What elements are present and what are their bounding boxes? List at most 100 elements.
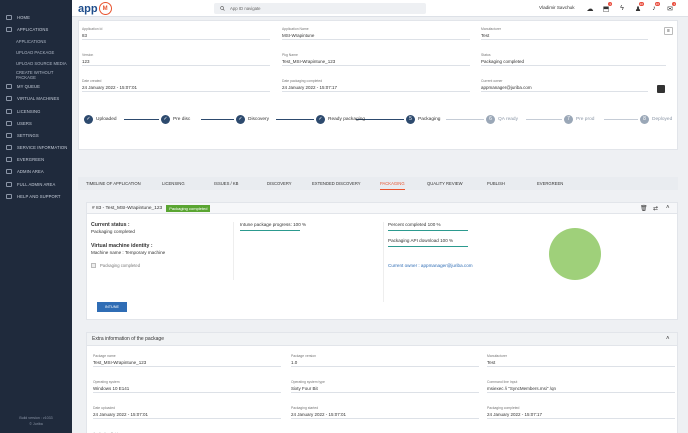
step-item: ✓ Discovery <box>236 108 269 130</box>
sidebar-item[interactable]: Applications <box>0 24 72 35</box>
sidebar-item[interactable]: Upload package <box>0 48 72 58</box>
sidebar-item-label: Admin area <box>17 169 44 175</box>
step-connector <box>446 119 484 120</box>
checkbox-icon <box>91 263 96 268</box>
sidebar-item-label: Applications <box>16 38 47 44</box>
tab-extended-discovery[interactable]: Extended discovery <box>312 177 361 190</box>
tab-evergreen[interactable]: Evergreen <box>537 177 563 190</box>
tab-timeline-of-application[interactable]: Timeline of application <box>86 177 141 190</box>
tab-packaging[interactable]: Packaging <box>380 177 405 190</box>
users-icon[interactable]: ♟ 10 <box>630 2 646 14</box>
badge: 1 <box>608 2 612 6</box>
sidebar-item[interactable]: Service information <box>0 142 72 153</box>
step-indicator: 7 <box>564 114 573 124</box>
badge: 10 <box>638 2 644 6</box>
step-indicator: 6 <box>486 114 495 124</box>
field-value[interactable]: Test <box>487 359 675 367</box>
field-value[interactable]: msiexec /i "SyncMembers.msi" /qn <box>487 385 675 393</box>
info-field: Pkg Name Test_MSI-Wrapintune_123 <box>282 53 470 66</box>
tab-discovery[interactable]: Discovery <box>267 177 292 190</box>
field-value[interactable]: Test_MSI-Wrapintune_123 <box>93 359 281 367</box>
field-value[interactable]: 24 January 2022 - 15:07:01 <box>291 411 479 419</box>
bolt-icon[interactable]: ϟ <box>614 3 630 14</box>
sidebar-item[interactable]: Settings <box>0 130 72 141</box>
field-value[interactable]: 1.0 <box>291 359 479 367</box>
list-icon[interactable]: ≡ <box>664 27 673 35</box>
info-field: Manufacturer Test <box>481 27 648 40</box>
queue-icon <box>6 84 12 90</box>
badge: 10 <box>654 2 660 6</box>
step-label: Packaging <box>418 116 441 122</box>
bell-icon[interactable]: ♪ 10 <box>646 2 662 14</box>
field-value[interactable]: 24 January 2022 - 15:07:17 <box>282 84 470 92</box>
sidebar: Home Applications Applications Upload packa… <box>0 0 72 433</box>
sidebar-item[interactable]: Help and support <box>0 191 72 202</box>
trash-icon[interactable]: 🗑 <box>640 205 648 212</box>
status-badge: Packaging completed <box>166 204 211 212</box>
sidebar-item[interactable]: Admin area <box>0 166 72 177</box>
extra-field: Package version 1.0 <box>291 354 479 367</box>
tab-publish[interactable]: Publish <box>487 177 505 190</box>
api-progress-fill <box>388 246 468 247</box>
admin-icon <box>6 169 12 175</box>
chevron-up-icon[interactable]: ˄ <box>666 336 670 342</box>
field-value[interactable]: 123 <box>82 58 270 66</box>
extra-field: Operating system type Sixty Four Bit <box>291 380 479 393</box>
sidebar-item[interactable]: Users <box>0 118 72 129</box>
info-field: Application Name MSI-Wrapintune <box>282 27 470 40</box>
field-value[interactable]: Sixty Four Bit <box>291 385 479 393</box>
extra-field: Package name Test_MSI-Wrapintune_123 <box>93 354 281 367</box>
sidebar-item[interactable]: Evergreen <box>0 154 72 165</box>
packaging-completed-checkbox[interactable]: Packaging completed <box>91 263 233 268</box>
step-label: Pre disc <box>173 116 191 122</box>
intune-button[interactable]: Intune <box>97 302 127 312</box>
logo-badge: M <box>98 2 112 15</box>
step-connector <box>124 119 159 120</box>
intune-progress-label: Intune package progress: 100 % <box>240 222 307 227</box>
search-input[interactable]: App ID navigate <box>214 3 426 14</box>
field-value[interactable]: Test_MSI-Wrapintune_123 <box>282 58 470 66</box>
field-value[interactable]: Windows 10 E141 <box>93 385 281 393</box>
owner-avatar-icon[interactable] <box>657 85 665 93</box>
step-item: 8 Deployed <box>640 108 672 130</box>
field-value[interactable]: 24 January 2022 - 15:07:01 <box>93 411 281 419</box>
sidebar-item[interactable]: Home <box>0 12 72 23</box>
field-value[interactable]: appmanager@juriba.com <box>481 84 648 92</box>
sidebar-item[interactable]: Full admin area <box>0 179 72 190</box>
step-connector <box>201 119 234 120</box>
field-value[interactable]: 24 January 2022 - 15:07:01 <box>82 84 270 92</box>
sidebar-item[interactable]: My queue <box>0 81 72 92</box>
leaf-icon <box>6 157 12 163</box>
key-icon <box>6 108 12 114</box>
sidebar-item-label: Service information <box>17 145 68 151</box>
extra-info-header[interactable]: Extra information of the package ˄ <box>86 332 678 346</box>
tab-licensing[interactable]: Licensing <box>162 177 185 190</box>
field-value[interactable]: 83 <box>82 32 270 40</box>
tab-issues-kb[interactable]: Issues / KB <box>214 177 238 190</box>
info-field: Current owner appmanager@juriba.com <box>481 79 648 92</box>
shuffle-icon[interactable]: ⇄ <box>653 205 658 212</box>
step-indicator: ✓ <box>84 114 93 124</box>
sidebar-item[interactable]: Virtual machines <box>0 93 72 104</box>
field-value[interactable]: MSI-Wrapintune <box>282 32 470 40</box>
info-icon <box>6 145 12 151</box>
sidebar-item[interactable]: Applications <box>0 36 72 46</box>
field-value[interactable]: Packaging completed <box>481 58 666 66</box>
field-value[interactable]: 24 January 2022 - 15:07:17 <box>487 411 675 419</box>
user-name[interactable]: Vladimir Savchuk <box>539 5 575 10</box>
notification-box-icon[interactable]: ⬒ 1 <box>598 2 614 14</box>
cloud-icon[interactable]: ☁ <box>582 3 598 14</box>
field-value[interactable]: Test <box>481 32 648 40</box>
completion-pie-chart <box>549 228 601 280</box>
sidebar-item[interactable]: Licensing <box>0 106 72 117</box>
chevron-up-icon[interactable]: ˄ <box>666 205 670 211</box>
current-owner-link[interactable]: Current owner : appmanager@juriba.com <box>388 263 493 268</box>
sidebar-item[interactable]: Upload source media <box>0 59 72 69</box>
app-logo[interactable]: app M <box>78 2 112 15</box>
tab-quality-review[interactable]: Quality review <box>427 177 463 190</box>
mail-icon[interactable]: ✉ 1 <box>662 2 678 14</box>
top-bar: app M App ID navigate Vladimir Savchuk ☁… <box>72 0 688 17</box>
step-item: 5 Packaging <box>406 108 440 130</box>
extra-field: Operating system Windows 10 E141 <box>93 380 281 393</box>
sidebar-item[interactable]: Create without package <box>0 70 72 80</box>
